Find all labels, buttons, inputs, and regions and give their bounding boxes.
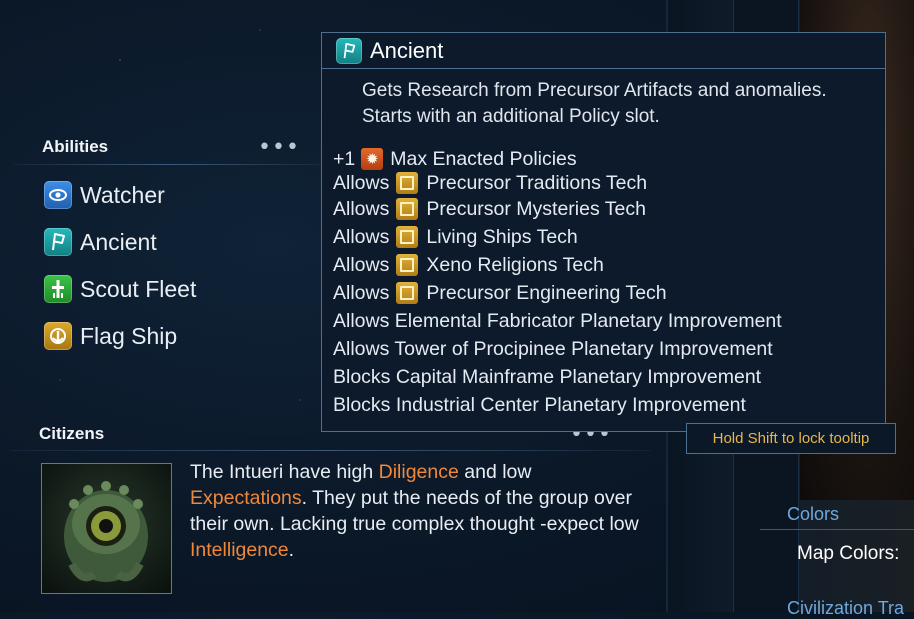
- allows-label: Allows: [333, 225, 390, 248]
- tooltip-tech-line: Allows Precursor Traditions Tech: [333, 170, 647, 196]
- citizen-text-part: The Intueri have high: [190, 461, 379, 483]
- tech-name: Living Ships Tech: [426, 225, 578, 248]
- trait-expectations: Expectations: [190, 487, 302, 509]
- tooltip-improvement-line: Allows Tower of Procipinee Planetary Imp…: [333, 337, 773, 360]
- policy-bonus: +1: [333, 147, 356, 170]
- colors-section-title: Colors: [787, 504, 840, 524]
- allows-label: Allows: [333, 281, 390, 304]
- flag-icon: [336, 37, 362, 64]
- ability-label: Flag Ship: [80, 322, 178, 349]
- ancient-tooltip: Ancient Gets Research from Precursor Art…: [321, 32, 886, 432]
- tooltip-description: Gets Research from Precursor Artifacts a…: [362, 80, 827, 127]
- scout-ship-icon: [44, 275, 72, 303]
- tooltip-header: Ancient: [322, 33, 885, 69]
- tech-icon: [396, 282, 419, 304]
- abilities-more-button[interactable]: •••: [258, 137, 300, 159]
- flag-icon: [44, 228, 72, 256]
- civilization-traits-title: Civilization Tra: [787, 598, 905, 618]
- abilities-title: Abilities: [42, 137, 109, 156]
- policy-text: Max Enacted Policies: [390, 147, 577, 170]
- allows-label: Allows: [333, 197, 390, 220]
- tooltip-tech-line: Allows Precursor Engineering Tech: [333, 280, 667, 306]
- policy-gear-icon: ✹: [361, 148, 384, 170]
- ability-label: Ancient: [80, 228, 157, 255]
- ability-watcher[interactable]: Watcher: [44, 180, 165, 210]
- tech-icon: [396, 198, 419, 220]
- map-colors-label: Map Colors:: [797, 543, 900, 564]
- tooltip-tech-line: Allows Xeno Religions Tech: [333, 252, 604, 278]
- tooltip-improvement-line: Blocks Capital Mainframe Planetary Impro…: [333, 365, 762, 388]
- ability-flag-ship[interactable]: Flag Ship: [44, 321, 177, 351]
- tech-name: Precursor Mysteries Tech: [426, 197, 646, 220]
- tech-icon: [396, 254, 419, 276]
- abilities-divider: [14, 164, 324, 165]
- tech-icon: [396, 172, 419, 194]
- allows-label: Allows: [333, 171, 390, 194]
- allows-label: Allows: [333, 253, 390, 276]
- tooltip-improvement-line: Blocks Industrial Center Planetary Impro…: [333, 393, 746, 416]
- flag-ship-icon: [44, 322, 72, 350]
- eye-icon: [44, 181, 72, 209]
- tooltip-policy-line: +1 ✹ Max Enacted Policies: [333, 146, 577, 172]
- tooltip-improvement-line: Allows Elemental Fabricator Planetary Im…: [333, 309, 782, 332]
- lock-tooltip-hint: Hold Shift to lock tooltip: [686, 423, 896, 454]
- ability-ancient[interactable]: Ancient: [44, 227, 157, 257]
- trait-intelligence: Intelligence: [190, 539, 289, 561]
- citizens-divider: [10, 450, 650, 451]
- tooltip-tech-line: Allows Living Ships Tech: [333, 224, 578, 250]
- tech-name: Xeno Religions Tech: [426, 253, 604, 276]
- citizens-title: Citizens: [39, 424, 105, 443]
- colors-divider: [760, 529, 914, 530]
- citizen-text-part: .: [288, 539, 295, 561]
- citizen-portrait: [41, 463, 172, 594]
- tech-name: Precursor Engineering Tech: [426, 281, 667, 304]
- ability-label: Watcher: [80, 181, 165, 208]
- tech-name: Precursor Traditions Tech: [426, 171, 648, 194]
- trait-diligence: Diligence: [378, 461, 459, 483]
- tooltip-title: Ancient: [370, 37, 444, 63]
- tooltip-tech-line: Allows Precursor Mysteries Tech: [333, 196, 646, 222]
- ability-label: Scout Fleet: [80, 275, 197, 302]
- citizen-text-part: and low: [458, 461, 532, 483]
- tech-icon: [396, 226, 419, 248]
- ability-scout-fleet[interactable]: Scout Fleet: [44, 274, 196, 304]
- citizen-description: The Intueri have high Diligence and low …: [190, 459, 640, 563]
